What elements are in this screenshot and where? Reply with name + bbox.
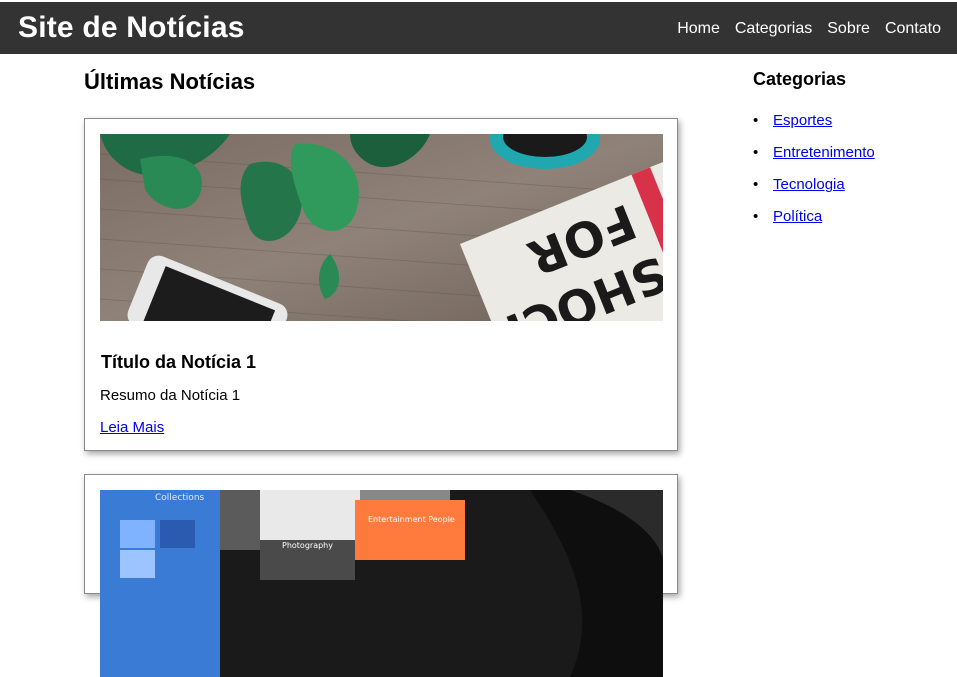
- list-item: • Tecnologia: [753, 174, 875, 206]
- news-image: FOR SHOCK: [100, 134, 663, 321]
- nav-categorias-link[interactable]: Categorias: [735, 18, 812, 40]
- nav-sobre-link[interactable]: Sobre: [827, 18, 870, 40]
- list-item: • Esportes: [753, 110, 875, 142]
- category-list: • Esportes • Entretenimento • Tecnologia • P…: [753, 110, 875, 238]
- bullet-icon: •: [753, 176, 759, 193]
- category-entretenimento-link[interactable]: Entretenimento: [773, 144, 875, 161]
- sidebar-heading: Categorias: [753, 69, 847, 89]
- news-card: FOR SHOCK Título da Notícia 1 Resumo da …: [84, 118, 678, 451]
- read-more-link[interactable]: Leia Mais: [100, 418, 164, 438]
- news-card: Collections Photography Entertainment Pe…: [84, 474, 678, 677]
- latest-news-heading: Últimas Notícias: [84, 69, 256, 94]
- list-item: • Política: [753, 206, 875, 238]
- article-title: Título da Notícia 1: [101, 352, 257, 372]
- photo-label-entertainment: Entertainment People: [368, 515, 455, 524]
- article-summary: Resumo da Notícia 1: [100, 387, 241, 404]
- category-politica-link[interactable]: Política: [773, 208, 822, 225]
- site-title[interactable]: Site de Notícias: [18, 10, 245, 46]
- photo-label-photography: Photography: [282, 541, 333, 550]
- category-esportes-link[interactable]: Esportes: [773, 112, 832, 129]
- news-image: Collections Photography Entertainment Pe…: [100, 490, 663, 677]
- bullet-icon: •: [753, 208, 759, 225]
- nav-home-link[interactable]: Home: [677, 18, 720, 40]
- photo-label-collections: Collections: [155, 493, 205, 503]
- main-nav: Home Categorias Sobre Contato: [677, 18, 941, 40]
- list-item: • Entretenimento: [753, 142, 875, 174]
- nav-contato-link[interactable]: Contato: [885, 18, 941, 40]
- bullet-icon: •: [753, 144, 759, 161]
- category-tecnologia-link[interactable]: Tecnologia: [773, 176, 845, 193]
- bullet-icon: •: [753, 112, 759, 129]
- site-header: Site de Notícias Home Categorias Sobre C…: [0, 2, 957, 54]
